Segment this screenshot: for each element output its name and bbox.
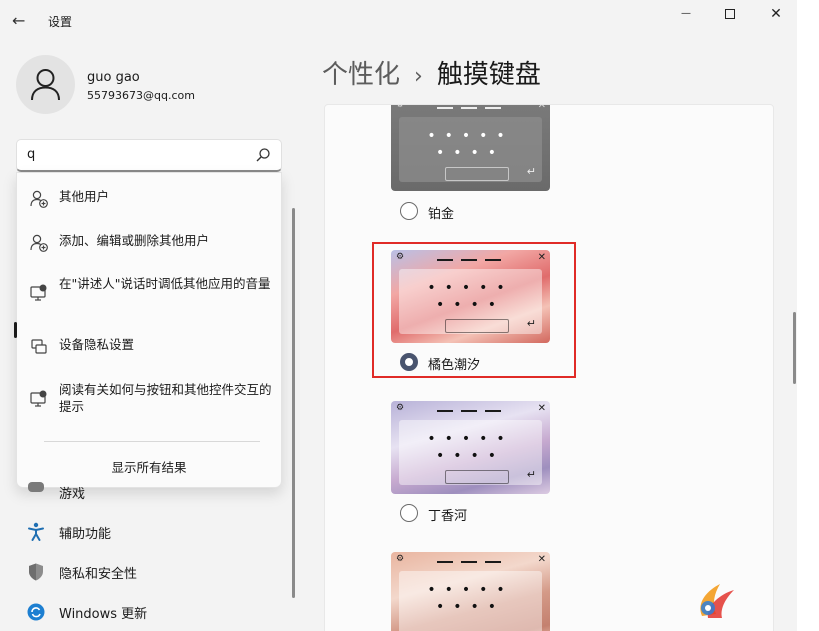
keyboard-top-bar: [485, 107, 501, 109]
search-result-item[interactable]: 其他用户: [17, 185, 281, 211]
search-result-item[interactable]: 设备隐私设置: [17, 333, 281, 359]
search-result-label: 其他用户: [59, 189, 110, 204]
enter-icon: ↵: [526, 468, 536, 481]
theme-preview-peach[interactable]: ⚙ ✕ ••••• ••••: [391, 552, 550, 631]
sidebar-scrollbar[interactable]: [292, 208, 295, 598]
user-icon: [31, 69, 60, 101]
narrator-monitor-icon: [30, 284, 47, 301]
back-button[interactable]: ←: [12, 10, 34, 32]
theme-label: 铂金: [428, 207, 455, 222]
keyboard-top-bar: [461, 107, 477, 109]
enter-icon: ↵: [526, 165, 536, 178]
sidebar-item-label: 辅助功能: [59, 527, 112, 542]
sidebar-item-label: 游戏: [59, 487, 86, 502]
keyboard-top-bar: [485, 410, 501, 412]
search-box[interactable]: q: [16, 139, 282, 172]
keyboard-theme-panel: ⚙ ✕ ••••• •••• ↵ 铂金 ⚙ ✕ ••••• •••• ↵ 橘色潮…: [324, 104, 774, 631]
shield-icon: [29, 563, 43, 581]
search-result-label: 添加、编辑或删除其他用户: [59, 233, 210, 248]
sidebar-item-accessibility[interactable]: 辅助功能: [26, 520, 276, 544]
gear-icon: ⚙: [396, 554, 405, 564]
search-icon[interactable]: [255, 147, 271, 163]
avatar[interactable]: [16, 55, 75, 114]
accessibility-icon: [28, 522, 44, 541]
search-results-dropdown: 其他用户 添加、编辑或删除其他用户 在"讲述人"说话时调低其他应用的音量 设备隐…: [16, 172, 282, 488]
keyboard-top-bar: [437, 107, 453, 109]
keyboard-top-bar: [437, 410, 453, 412]
close-icon: ✕: [537, 554, 546, 565]
sidebar-item-gaming[interactable]: 游戏: [26, 480, 276, 504]
keyboard-keys-row: ••••: [435, 145, 506, 161]
keyboard-keys-row: ••••: [435, 448, 506, 464]
sidebar-item-windows-update[interactable]: Windows 更新: [26, 600, 276, 624]
content-scrollbar[interactable]: [793, 312, 796, 384]
sidebar-item-label: Windows 更新: [59, 607, 148, 622]
selected-nav-indicator: [14, 322, 17, 338]
keyboard-spacebar: [445, 470, 509, 484]
divider: [44, 441, 260, 442]
app-title: 设置: [48, 15, 73, 29]
page-title: 触摸键盘: [436, 60, 541, 90]
keyboard-keys-row: •••••: [427, 582, 514, 598]
user-edit-icon: [30, 234, 48, 252]
theme-preview-platinum[interactable]: ⚙ ✕ ••••• •••• ↵: [391, 104, 550, 191]
user-name: guo gao: [87, 70, 140, 85]
keyboard-key-area: ••••• ••••: [399, 571, 542, 631]
sidebar-item-label: 隐私和安全性: [59, 567, 138, 582]
keyboard-key-area: ••••• •••• ↵: [399, 117, 542, 182]
settings-window: ← 设置 — ✕ guo gao 55793673@qq.com q 其他用户 …: [0, 0, 797, 631]
search-result-item[interactable]: 在"讲述人"说话时调低其他应用的音量: [17, 273, 281, 313]
gamepad-icon: [28, 482, 44, 492]
user-add-icon: [30, 190, 48, 208]
breadcrumb-parent[interactable]: 个性化: [322, 60, 400, 90]
theme-radio-platinum[interactable]: [400, 202, 418, 220]
keyboard-top-bar: [485, 561, 501, 563]
desktop-edge: [797, 0, 819, 631]
maximize-button[interactable]: [716, 4, 744, 24]
search-result-item[interactable]: 阅读有关如何与按钮和其他控件交互的提示: [17, 379, 281, 419]
search-result-item[interactable]: 添加、编辑或删除其他用户: [17, 229, 281, 255]
maximize-icon: [725, 9, 735, 19]
minimize-button[interactable]: —: [672, 4, 700, 24]
close-icon: ✕: [537, 403, 546, 414]
help-monitor-icon: [30, 390, 47, 407]
gear-icon: ⚙: [396, 104, 405, 110]
windows-update-icon: [27, 603, 45, 621]
keyboard-top-bar: [461, 410, 477, 412]
breadcrumb: 个性化 › 触摸键盘: [322, 54, 541, 91]
selection-highlight-box: [372, 242, 576, 378]
keyboard-top-bar: [437, 561, 453, 563]
theme-label: 丁香河: [428, 509, 468, 524]
user-email: 55793673@qq.com: [87, 89, 195, 102]
close-icon: ✕: [537, 104, 546, 111]
keyboard-top-bar: [461, 561, 477, 563]
search-result-label: 阅读有关如何与按钮和其他控件交互的提示: [59, 382, 272, 414]
theme-radio-lilac-river[interactable]: [400, 504, 418, 522]
privacy-settings-icon: [31, 339, 47, 354]
keyboard-keys-row: ••••: [435, 599, 506, 615]
search-result-label: 设备隐私设置: [59, 337, 135, 352]
keyboard-keys-row: •••••: [427, 431, 514, 447]
keyboard-key-area: ••••• •••• ↵: [399, 420, 542, 485]
theme-preview-lilac-river[interactable]: ⚙ ✕ ••••• •••• ↵: [391, 401, 550, 494]
show-all-results-link[interactable]: 显示所有结果: [17, 457, 281, 476]
sidebar-item-privacy[interactable]: 隐私和安全性: [26, 560, 276, 584]
search-input[interactable]: q: [27, 147, 35, 162]
search-result-label: 在"讲述人"说话时调低其他应用的音量: [59, 276, 271, 291]
keyboard-spacebar: [445, 167, 509, 181]
watermark-logo: [700, 584, 734, 618]
breadcrumb-separator: ›: [414, 64, 423, 89]
keyboard-keys-row: •••••: [427, 128, 514, 144]
gear-icon: ⚙: [396, 403, 405, 413]
close-button[interactable]: ✕: [762, 4, 790, 24]
